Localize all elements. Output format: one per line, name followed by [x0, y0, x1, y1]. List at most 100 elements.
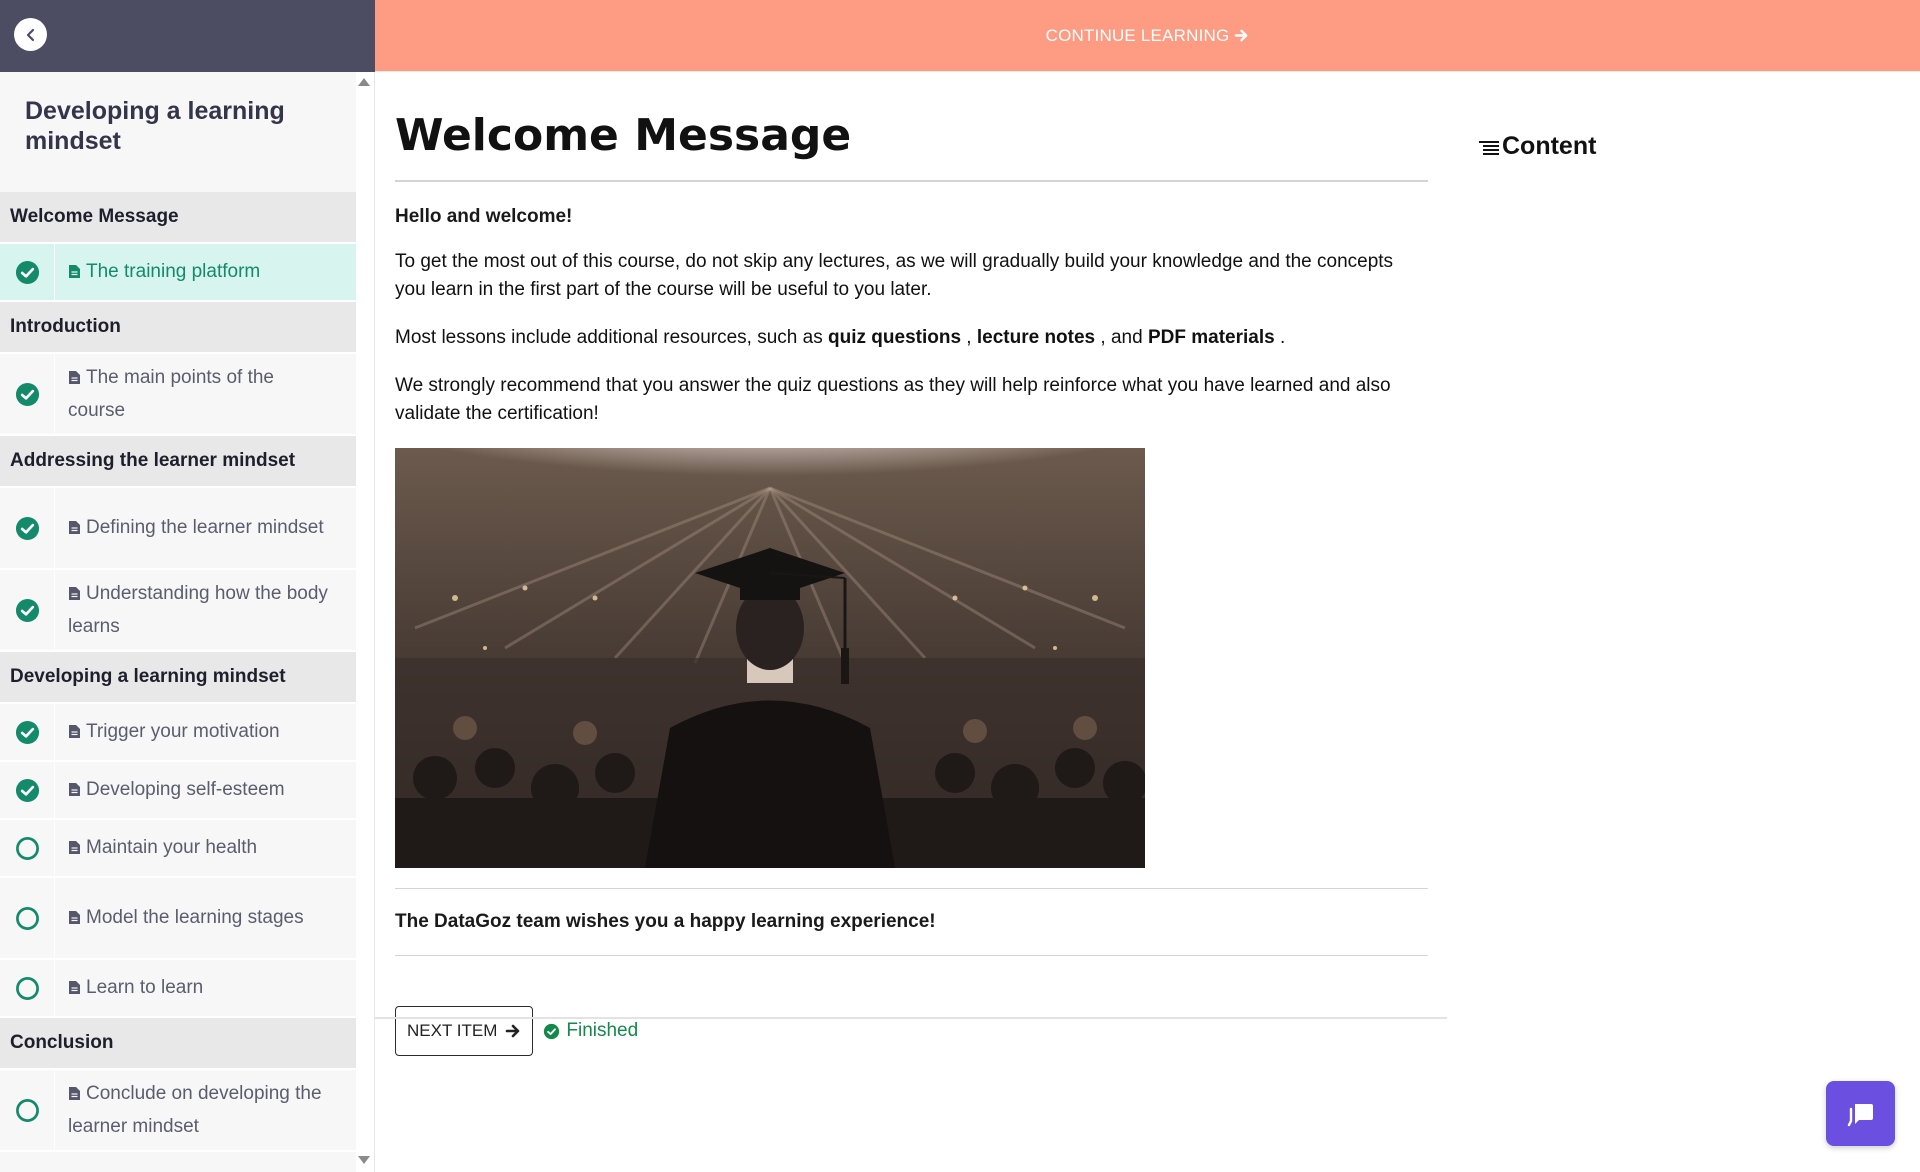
- resources-prefix: Most lessons include additional resource…: [395, 327, 829, 348]
- document-icon: [68, 1080, 81, 1111]
- lesson-content: Welcome Message Hello and welcome! To ge…: [395, 72, 1428, 1056]
- back-button[interactable]: [14, 18, 47, 51]
- lesson-label-wrap: Conclude on developing the learner minds…: [55, 1070, 356, 1150]
- lesson-label-wrap: Trigger your motivation: [55, 704, 356, 760]
- lesson-item[interactable]: Learn to learn: [0, 960, 356, 1018]
- arrow-right-icon: [506, 1024, 520, 1038]
- content-label: Content: [1502, 132, 1597, 160]
- document-icon: [68, 904, 81, 935]
- intro-paragraph: To get the most out of this course, do n…: [395, 251, 1394, 300]
- empty-circle-icon: [0, 1070, 55, 1150]
- lesson-label-wrap: Understanding how the body learns: [55, 570, 356, 650]
- resources-paragraph: Most lessons include additional resource…: [395, 324, 1428, 352]
- empty-circle-icon: [0, 960, 55, 1016]
- check-circle-icon: [0, 704, 55, 760]
- divider: [395, 955, 1428, 956]
- lesson-label: Trigger your motivation: [86, 720, 280, 742]
- document-icon: [68, 974, 81, 1005]
- content-bottom-divider: [375, 1017, 1447, 1019]
- lesson-label: The main points of the course: [68, 367, 274, 421]
- lesson-item[interactable]: Conclude on developing the learner minds…: [0, 1070, 356, 1152]
- document-icon: [68, 776, 81, 807]
- check-circle-icon: [0, 354, 55, 434]
- divider: [395, 180, 1428, 182]
- divider: [395, 888, 1428, 889]
- lesson-label: Maintain your health: [86, 836, 258, 858]
- empty-circle-icon: [0, 820, 55, 876]
- content-toc-toggle[interactable]: Content: [1478, 132, 1596, 161]
- page-title: Welcome Message: [395, 110, 852, 161]
- graduate-illustration: [395, 448, 1145, 868]
- next-item-button[interactable]: NEXT ITEM: [395, 1006, 534, 1056]
- check-circle-icon: [0, 762, 55, 818]
- document-icon: [68, 364, 81, 395]
- document-icon: [68, 834, 81, 865]
- course-sidebar: Developing a learning mindset Welcome Me…: [0, 72, 375, 1172]
- document-icon: [68, 580, 81, 611]
- lesson-label: Learn to learn: [86, 976, 204, 998]
- document-icon: [68, 258, 81, 289]
- lesson-label-wrap: The main points of the course: [55, 354, 356, 434]
- course-outline: Developing a learning mindset Welcome Me…: [0, 72, 356, 1172]
- section-list: Welcome Message The training platform Intr…: [0, 192, 356, 1152]
- continue-learning-link[interactable]: CONTINUE LEARNING: [1046, 26, 1250, 46]
- chat-icon: [1847, 1103, 1873, 1126]
- lesson-label: Model the learning stages: [86, 906, 304, 928]
- scroll-up-arrow[interactable]: [358, 78, 370, 86]
- top-bar: CONTINUE LEARNING: [0, 0, 1920, 72]
- document-icon: [68, 718, 81, 749]
- resources-sep2: , and: [1095, 327, 1148, 348]
- graduation-image: [395, 448, 1145, 868]
- lesson-item[interactable]: Developing self-esteem: [0, 762, 356, 820]
- closing-message: The DataGoz team wishes you a happy lear…: [395, 911, 936, 932]
- resources-suffix: .: [1274, 327, 1286, 348]
- course-title: Developing a learning mindset: [25, 97, 285, 155]
- section-header: Welcome Message: [0, 192, 356, 244]
- lesson-label: Defining the learner mindset: [86, 516, 324, 538]
- lesson-label: Understanding how the body learns: [68, 583, 328, 637]
- lesson-label-wrap: Developing self-esteem: [55, 762, 356, 818]
- document-icon: [68, 514, 81, 545]
- arrow-right-icon: [1235, 29, 1248, 42]
- lesson-item[interactable]: Trigger your motivation: [0, 704, 356, 762]
- lesson-item[interactable]: Model the learning stages: [0, 878, 356, 960]
- section-header: Conclusion: [0, 1018, 356, 1070]
- lesson-actions: NEXT ITEM Finished: [395, 1006, 1428, 1056]
- resource-pdf-materials: PDF materials: [1147, 327, 1275, 348]
- finished-status: Finished: [543, 1020, 638, 1042]
- check-circle-icon: [0, 570, 55, 650]
- resource-quiz-questions: quiz questions: [828, 327, 962, 348]
- lesson-label-wrap: Defining the learner mindset: [55, 488, 356, 568]
- lesson-label: The training platform: [86, 260, 261, 282]
- lesson-label-wrap: Maintain your health: [55, 820, 356, 876]
- lesson-label-wrap: Model the learning stages: [55, 878, 356, 958]
- lesson-item[interactable]: Maintain your health: [0, 820, 356, 878]
- chevron-left-icon: [26, 28, 34, 41]
- top-bar-left: [0, 0, 375, 72]
- list-icon: [1479, 140, 1499, 155]
- lesson-item[interactable]: Defining the learner mindset: [0, 488, 356, 570]
- recommendation-paragraph: We strongly recommend that you answer th…: [395, 375, 1391, 424]
- section-header: Introduction: [0, 302, 356, 354]
- lesson-label: Developing self-esteem: [86, 778, 285, 800]
- lesson-label: Conclude on developing the learner minds…: [68, 1083, 322, 1137]
- lesson-item[interactable]: The main points of the course: [0, 354, 356, 436]
- resource-lecture-notes: lecture notes: [976, 327, 1096, 348]
- chat-button[interactable]: [1826, 1081, 1895, 1146]
- section-header: Developing a learning mindset: [0, 652, 356, 704]
- continue-bar: CONTINUE LEARNING: [375, 0, 1920, 72]
- next-item-label: NEXT ITEM: [407, 1021, 498, 1040]
- lesson-label-wrap: Learn to learn: [55, 960, 356, 1016]
- resources-sep1: ,: [961, 327, 977, 348]
- check-circle-icon: [544, 1023, 560, 1039]
- empty-circle-icon: [0, 878, 55, 958]
- check-circle-icon: [0, 244, 55, 300]
- lesson-item[interactable]: Understanding how the body learns: [0, 570, 356, 652]
- section-header: Addressing the learner mindset: [0, 436, 356, 488]
- lesson-item[interactable]: The training platform: [0, 244, 356, 302]
- continue-learning-label: CONTINUE LEARNING: [1045, 25, 1230, 45]
- check-circle-icon: [0, 488, 55, 568]
- scroll-down-arrow[interactable]: [358, 1156, 370, 1164]
- finished-label: Finished: [566, 1020, 639, 1041]
- greeting: Hello and welcome!: [395, 206, 573, 227]
